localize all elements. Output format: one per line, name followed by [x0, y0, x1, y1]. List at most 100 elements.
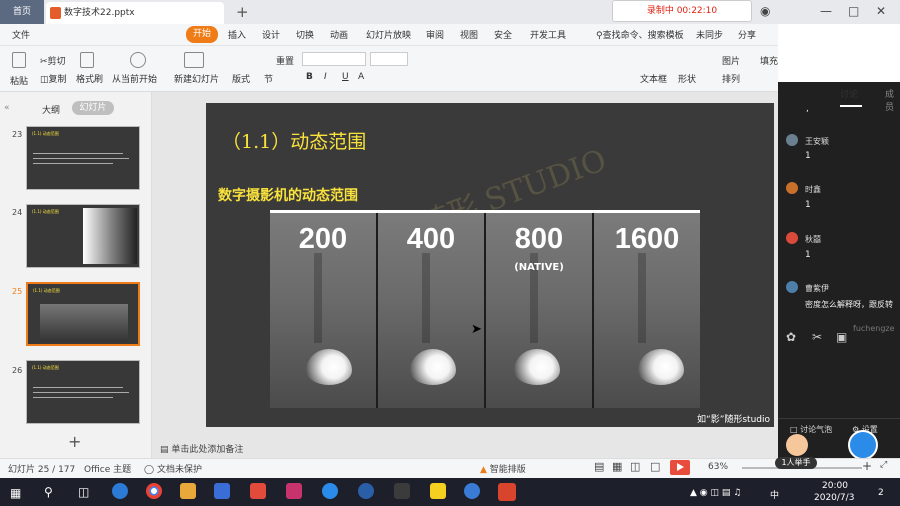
menu-developer[interactable]: 开发工具 — [530, 28, 566, 41]
fill-button[interactable]: 填充 — [760, 54, 778, 67]
home-tab[interactable]: 首页 — [0, 0, 44, 24]
italic-icon[interactable]: I — [324, 72, 327, 82]
notes-view-icon[interactable]: □ — [650, 460, 660, 473]
menu-design[interactable]: 设计 — [262, 28, 280, 41]
new-slide-icon[interactable] — [184, 52, 204, 68]
new-slide-button[interactable]: 新建幻灯片 — [174, 72, 219, 85]
chat-bubble-icon[interactable] — [848, 430, 878, 460]
arrange-button[interactable]: 排列 — [722, 72, 740, 85]
members-tab[interactable]: 成员 — [885, 87, 900, 113]
picture-button[interactable]: 图片 — [722, 54, 740, 67]
edge-browser-icon[interactable] — [112, 483, 128, 499]
paste-button[interactable]: 粘贴 — [10, 74, 28, 87]
slide-thumbnail-23[interactable]: (1.1) 动态范围 — [26, 126, 140, 190]
user-icon[interactable]: ◉ — [760, 4, 770, 18]
play-from-current-button[interactable]: 从当前开始 — [112, 72, 157, 85]
slide-title[interactable]: （1.1）动态范围 — [222, 127, 366, 154]
slide-thumbnail-24[interactable]: (1.1) 动态范围 — [26, 204, 140, 268]
font-size-select[interactable] — [370, 52, 408, 66]
format-painter-button[interactable]: 格式刷 — [76, 72, 103, 85]
menu-view[interactable]: 视图 — [460, 28, 478, 41]
normal-view-icon[interactable]: ▤ — [594, 460, 604, 473]
slide-thumbnail-26[interactable]: (1.1) 动态范围 — [26, 360, 140, 424]
slides-tab[interactable]: 幻灯片 — [72, 101, 114, 115]
section-button[interactable]: 节 — [264, 72, 273, 85]
play-slideshow-button[interactable] — [670, 460, 690, 475]
paste-icon[interactable] — [12, 52, 26, 68]
notification-count[interactable]: 2 — [878, 488, 884, 498]
raise-hand-icon[interactable] — [786, 434, 808, 456]
store-icon[interactable] — [214, 483, 230, 499]
underline-icon[interactable]: U — [342, 72, 349, 82]
message-text: 密度怎么解释呀，跟反转 — [805, 300, 893, 309]
app-icon[interactable] — [464, 483, 480, 499]
wps-icon[interactable] — [498, 483, 516, 501]
maximize-icon[interactable]: □ — [848, 4, 859, 18]
zoom-in-icon[interactable]: + — [862, 459, 872, 473]
font-name-select[interactable] — [302, 52, 366, 66]
tray-icons[interactable]: ▲ ◉ ◫ ▤ ♫ — [690, 488, 741, 498]
share-button[interactable]: 分享 — [738, 28, 756, 41]
app-icon[interactable] — [358, 483, 374, 499]
pptx-file-icon — [50, 7, 61, 19]
task-view-icon[interactable]: ◫ — [78, 485, 89, 499]
menu-review[interactable]: 审阅 — [426, 28, 444, 41]
scissors-icon[interactable]: ✂ — [812, 330, 822, 344]
clock-time[interactable]: 20:00 — [822, 481, 848, 491]
chrome-icon[interactable] — [146, 483, 162, 499]
slide-sorter-icon[interactable]: ▦ — [612, 460, 622, 473]
fit-window-icon[interactable]: ⤢ — [880, 460, 887, 470]
close-icon[interactable]: ✕ — [876, 4, 886, 18]
document-tab[interactable]: 数字技术22.pptx — [46, 2, 224, 24]
menu-start[interactable]: 开始 — [186, 26, 218, 43]
app-icon[interactable] — [322, 483, 338, 499]
menu-transition[interactable]: 切换 — [296, 28, 314, 41]
layout-button[interactable]: 版式 — [232, 72, 250, 85]
smart-layout-button[interactable]: ▲ 智能排版 — [480, 462, 526, 475]
format-painter-icon[interactable] — [80, 52, 94, 68]
clock-date[interactable]: 2020/7/3 — [814, 493, 854, 503]
play-icon[interactable] — [130, 52, 146, 68]
image-icon[interactable]: ▣ — [836, 330, 847, 344]
new-tab-button[interactable]: + — [236, 3, 249, 21]
reading-view-icon[interactable]: ◫ — [630, 460, 640, 473]
menu-slideshow[interactable]: 幻灯片放映 — [366, 28, 411, 41]
bold-icon[interactable]: B — [306, 72, 313, 82]
outline-tab[interactable]: 大纲 — [42, 103, 60, 116]
input-language[interactable]: 中 — [770, 488, 779, 501]
iso-comparison-image[interactable]: 200 400 800 (NATIVE) 1600 — [270, 210, 700, 408]
menu-insert[interactable]: 插入 — [228, 28, 246, 41]
app-icon[interactable] — [394, 483, 410, 499]
reset-button[interactable]: 重置 — [276, 54, 294, 67]
protection-status[interactable]: ◯ 文档未保护 — [144, 462, 202, 475]
highlight-glow — [410, 349, 456, 385]
windows-start-icon[interactable]: ▦ — [10, 486, 21, 500]
search-icon[interactable]: ⚲ — [44, 485, 53, 499]
sticky-notes-icon[interactable] — [430, 483, 446, 499]
menu-animation[interactable]: 动画 — [330, 28, 348, 41]
cut-button[interactable]: ✂剪切 — [40, 54, 66, 67]
slide-thumbnail-25[interactable]: (1.1) 动态范围 — [26, 282, 140, 346]
emoji-icon[interactable]: ✿ — [786, 330, 796, 344]
discussion-tab[interactable]: 讨论 — [840, 87, 858, 100]
thumbnail-photo — [40, 304, 128, 342]
text-box-button[interactable]: 文本框 — [640, 72, 667, 85]
app-icon[interactable] — [286, 483, 302, 499]
collapse-icon[interactable]: « — [4, 103, 10, 113]
font-color-icon[interactable]: A — [358, 72, 364, 82]
current-slide[interactable]: 如“影”随形 STUDIO （1.1）动态范围 数字摄影机的动态范围 200 4… — [206, 103, 774, 427]
zoom-level[interactable]: 63% — [708, 462, 728, 472]
shape-button[interactable]: 形状 — [678, 72, 696, 85]
sync-status[interactable]: 未同步 — [696, 28, 723, 41]
copy-button[interactable]: ◫复制 — [40, 72, 67, 85]
command-search[interactable]: ⚲查找命令、搜索模板 — [596, 28, 684, 41]
menu-file[interactable]: 文件 — [12, 28, 30, 41]
menu-security[interactable]: 安全 — [494, 28, 512, 41]
slide-subtitle[interactable]: 数字摄影机的动态范围 — [218, 185, 358, 205]
app-icon[interactable] — [250, 483, 266, 499]
file-explorer-icon[interactable] — [180, 483, 196, 499]
thumbnail-grayscale-chart — [83, 208, 137, 264]
add-slide-button[interactable]: + — [68, 432, 81, 451]
minimize-icon[interactable]: — — [820, 4, 832, 18]
notes-placeholder[interactable]: ▤ 单击此处添加备注 — [160, 442, 243, 455]
